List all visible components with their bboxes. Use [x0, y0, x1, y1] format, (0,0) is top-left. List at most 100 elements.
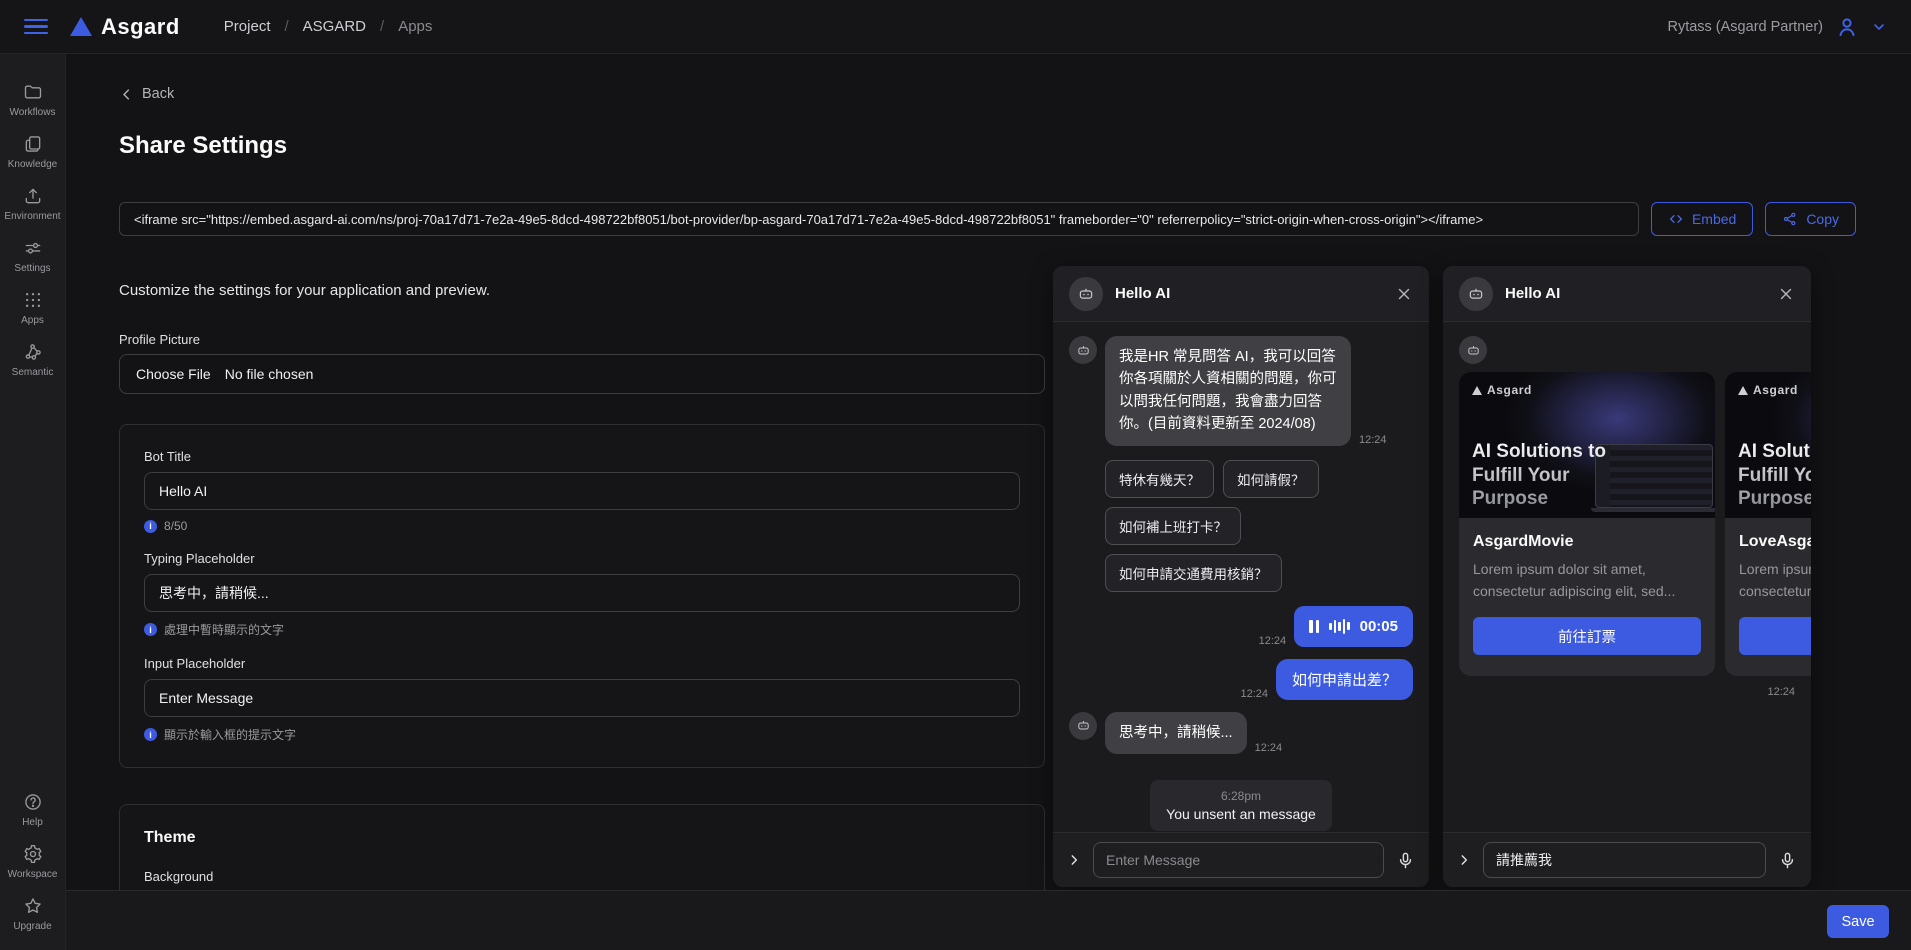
- brand-name: Asgard: [101, 14, 180, 40]
- sidebar-item-semantic[interactable]: Semantic: [0, 334, 66, 386]
- notice-text: You unsent an message: [1166, 806, 1316, 822]
- sidebar-item-label: Workflows: [10, 107, 56, 118]
- sidebar-item-help[interactable]: Help: [0, 784, 66, 836]
- sidebar-item-upgrade[interactable]: Upgrade: [0, 888, 66, 940]
- choose-file-label[interactable]: Choose File: [136, 366, 211, 382]
- top-navbar: Asgard Project / ASGARD / Apps Rytass (A…: [0, 0, 1911, 54]
- info-icon: i: [144, 728, 157, 741]
- quick-reply-chip[interactable]: 特休有幾天？: [1105, 460, 1214, 498]
- close-icon[interactable]: [1777, 285, 1795, 303]
- bot-typing-message: 思考中，請稍候... 12:24: [1069, 712, 1413, 754]
- bot-avatar: [1069, 336, 1097, 364]
- close-icon[interactable]: [1395, 285, 1413, 303]
- info-icon: i: [144, 520, 157, 533]
- robot-icon: [1467, 285, 1485, 303]
- quick-reply-chips: 特休有幾天？ 如何請假？ 如何補上班打卡？ 如何申請交通費用核銷？: [1105, 460, 1413, 592]
- chat-messages: 我是HR 常見問答 AI，我可以回答你各項關於人資相關的問題，你可以問我任何問題…: [1053, 322, 1429, 832]
- card-headline: AI Solutions to Fulfill Your Purpose: [1472, 440, 1622, 510]
- audio-message-bubble[interactable]: 00:05: [1294, 606, 1413, 647]
- sidebar-item-settings[interactable]: Settings: [0, 230, 66, 282]
- quick-reply-chip[interactable]: 如何補上班打卡？: [1105, 507, 1241, 545]
- card-image: Asgard AI Solutions to Fulfill Your Purp…: [1725, 372, 1811, 518]
- input-placeholder-helper: 顯示於輸入框的提示文字: [164, 726, 296, 743]
- robot-icon: [1466, 343, 1481, 358]
- breadcrumb-asgard[interactable]: ASGARD: [303, 18, 366, 35]
- save-button[interactable]: Save: [1827, 905, 1889, 938]
- chevron-down-icon[interactable]: [1871, 19, 1887, 35]
- card-title: AsgardMovie: [1473, 533, 1701, 551]
- triangle-logo-icon: [1472, 386, 1482, 395]
- embed-code-row: Embed Copy: [119, 202, 1856, 236]
- input-placeholder-input[interactable]: [144, 679, 1020, 717]
- bot-title-input[interactable]: [144, 472, 1020, 510]
- embed-button[interactable]: Embed: [1651, 202, 1753, 236]
- copy-button-label: Copy: [1806, 211, 1839, 227]
- chevron-right-icon[interactable]: [1067, 853, 1081, 867]
- folder-icon: [23, 82, 43, 102]
- chat-input-bar: [1443, 832, 1811, 887]
- bot-avatar: [1459, 336, 1487, 364]
- breadcrumb-project[interactable]: Project: [224, 18, 271, 35]
- copy-button[interactable]: Copy: [1765, 202, 1856, 236]
- chat-preview-panel-2: Hello AI Asgard: [1443, 266, 1811, 887]
- breadcrumb: Project / ASGARD / Apps: [224, 18, 433, 35]
- card-brand: Asgard: [1738, 383, 1798, 397]
- sliders-icon: [23, 238, 43, 258]
- microphone-icon[interactable]: [1778, 851, 1797, 870]
- quick-reply-chip[interactable]: 如何請假？: [1223, 460, 1319, 498]
- chevron-right-icon[interactable]: [1457, 853, 1471, 867]
- user-icon[interactable]: [1835, 15, 1859, 39]
- sidebar-item-workflows[interactable]: Workflows: [0, 74, 66, 126]
- sidebar-item-workspace[interactable]: Workspace: [0, 836, 66, 888]
- quick-reply-chip[interactable]: 如何申請交通費用核銷？: [1105, 554, 1282, 592]
- breadcrumb-apps[interactable]: Apps: [398, 18, 432, 35]
- chevron-left-icon: [119, 87, 134, 102]
- pause-icon[interactable]: [1309, 620, 1319, 633]
- robot-icon: [1076, 718, 1091, 733]
- background-label: Background: [144, 869, 1020, 884]
- embed-code-input[interactable]: [119, 202, 1639, 236]
- sidebar-item-environment[interactable]: Environment: [0, 178, 66, 230]
- info-icon: i: [144, 623, 157, 636]
- network-nodes-icon: [23, 342, 43, 362]
- back-button[interactable]: Back: [119, 86, 174, 102]
- sidebar-item-label: Apps: [21, 315, 44, 326]
- message-time: 12:24: [1359, 434, 1387, 446]
- menu-icon[interactable]: [24, 19, 48, 35]
- card-action-button[interactable]: [1739, 617, 1811, 655]
- page-subtitle: Customize the settings for your applicat…: [119, 282, 490, 299]
- card-brand-label: Asgard: [1753, 383, 1798, 397]
- sidebar-item-label: Semantic: [12, 367, 54, 378]
- theme-heading: Theme: [144, 829, 1020, 847]
- sidebar-item-apps[interactable]: Apps: [0, 282, 66, 334]
- chat-message-input[interactable]: [1093, 842, 1384, 878]
- bot-avatar: [1069, 277, 1103, 311]
- typing-placeholder-label: Typing Placeholder: [144, 551, 1020, 566]
- card-action-button[interactable]: 前往訂票: [1473, 617, 1701, 655]
- notice-time: 6:28pm: [1166, 789, 1316, 803]
- audio-duration: 00:05: [1360, 618, 1398, 635]
- sidebar-item-knowledge[interactable]: Knowledge: [0, 126, 66, 178]
- card-brand-label: Asgard: [1487, 383, 1532, 397]
- card-image: Asgard AI Solutions to Fulfill Your Purp…: [1459, 372, 1715, 518]
- robot-icon: [1076, 343, 1091, 358]
- typing-placeholder-input[interactable]: [144, 574, 1020, 612]
- bot-avatar: [1459, 277, 1493, 311]
- breadcrumb-separator: /: [284, 18, 288, 35]
- bot-title-counter: 8/50: [164, 519, 187, 533]
- bot-settings-card: Bot Title i 8/50 Typing Placeholder i 處理…: [119, 424, 1045, 768]
- bot-avatar: [1069, 712, 1097, 740]
- card-description: Lorem ipsum dolor sit amet, consectetur …: [1473, 559, 1701, 602]
- carousel-card-loveasgard[interactable]: Asgard AI Solutions to Fulfill Your Purp…: [1725, 372, 1811, 676]
- chat-message-input[interactable]: [1483, 842, 1766, 878]
- share-icon: [1782, 211, 1798, 227]
- file-status: No file chosen: [225, 366, 314, 382]
- waveform-icon: [1329, 619, 1350, 634]
- profile-picture-file-input[interactable]: Choose File No file chosen: [119, 354, 1045, 394]
- carousel-card-asgardmovie[interactable]: Asgard AI Solutions to Fulfill Your Purp…: [1459, 372, 1715, 676]
- star-icon: [23, 896, 43, 916]
- triangle-logo-icon: [1738, 386, 1748, 395]
- microphone-icon[interactable]: [1396, 851, 1415, 870]
- brand-logo[interactable]: Asgard: [70, 14, 180, 40]
- theme-card: Theme Background: [119, 804, 1045, 890]
